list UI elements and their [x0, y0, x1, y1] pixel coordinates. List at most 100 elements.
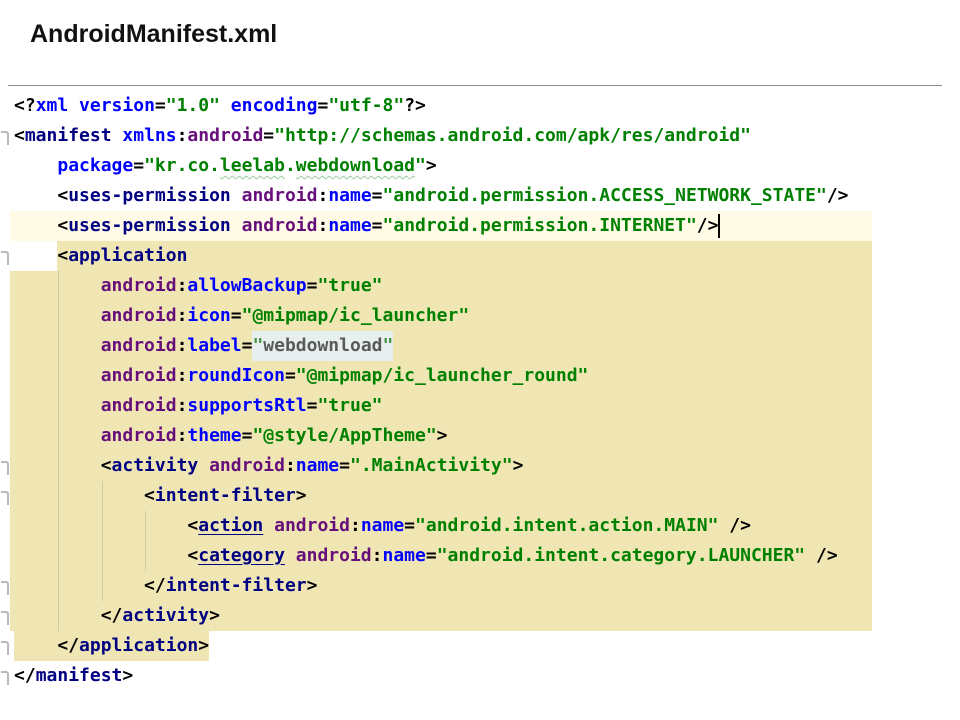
code-lines[interactable]: <?xml version="1.0" encoding="utf-8"?><m…	[10, 91, 872, 691]
code-token-val: "@style/AppTheme"	[252, 421, 436, 451]
code-token-sym: </	[101, 601, 123, 631]
code-token-sym: <	[57, 245, 68, 266]
code-token-attr: encoding	[231, 91, 318, 121]
code-token-ns: android	[296, 541, 372, 571]
code-line[interactable]: <intent-filter>	[10, 481, 872, 511]
code-line[interactable]: package="kr.co.leelab.webdownload">	[10, 151, 872, 181]
code-token-plain	[14, 181, 57, 211]
code-editor[interactable]: <?xml version="1.0" encoding="utf-8"?><m…	[10, 91, 872, 691]
line-filler	[133, 661, 872, 691]
line-filler	[720, 211, 872, 241]
code-line[interactable]: android:allowBackup="true"	[10, 271, 872, 301]
fold-marker-icon[interactable]	[1, 611, 9, 625]
code-line[interactable]: <application	[10, 241, 872, 271]
code-line[interactable]: <uses-permission android:name="android.p…	[10, 181, 872, 211]
code-token-val: "@mipmap/ic_launcher_round"	[296, 361, 589, 391]
code-line[interactable]: <?xml version="1.0" encoding="utf-8"?>	[10, 91, 872, 121]
code-token-sym: :	[177, 121, 188, 151]
code-line[interactable]: </intent-filter>	[10, 571, 872, 601]
code-token-attr: theme	[187, 421, 241, 451]
code-token-sym: =	[285, 361, 296, 391]
fold-marker-icon[interactable]	[1, 491, 9, 505]
code-line[interactable]: <action android:name="android.intent.act…	[10, 511, 872, 541]
code-token-ns: android	[101, 361, 177, 391]
fold-marker-icon[interactable]	[1, 641, 9, 655]
code-token-sym: </	[144, 571, 166, 601]
line-filler	[307, 481, 872, 511]
code-line[interactable]: android:supportsRtl="true"	[10, 391, 872, 421]
code-token-sym: =	[372, 181, 383, 211]
code-token-sym: :	[317, 211, 328, 241]
fold-marker-icon[interactable]	[1, 251, 9, 265]
code-line[interactable]: </application>	[10, 631, 872, 661]
code-token-plain	[220, 91, 231, 121]
code-token-tagu: action	[198, 511, 263, 541]
code-line[interactable]: </activity>	[10, 601, 872, 631]
code-line[interactable]: android:icon="@mipmap/ic_launcher"	[10, 301, 872, 331]
code-token-sym: :	[350, 511, 361, 541]
code-token-attr: allowBackup	[187, 271, 306, 301]
code-token-attr: name	[382, 541, 425, 571]
code-token-sym: >	[122, 661, 133, 691]
code-token-tag: uses-permission	[68, 211, 231, 241]
indent-guide	[102, 481, 103, 601]
code-token-plain	[231, 181, 242, 211]
code-token-val: "true"	[317, 391, 382, 421]
fold-marker-icon[interactable]	[1, 131, 9, 145]
code-token-plain	[14, 241, 57, 271]
code-token-sym: =	[317, 91, 328, 121]
code-token-sym: />	[827, 181, 849, 211]
code-line[interactable]: <category android:name="android.intent.c…	[10, 541, 872, 571]
code-token-tag: manifest	[36, 661, 123, 691]
code-line[interactable]: android:label="webdownload"	[10, 331, 872, 361]
code-token-attr: name	[328, 211, 371, 241]
code-line[interactable]: <manifest xmlns:android="http://schemas.…	[10, 121, 872, 151]
code-token-ns: android	[209, 451, 285, 481]
code-token-attr: package	[57, 151, 133, 181]
code-token-sym: :	[177, 331, 188, 361]
code-token-plain	[14, 541, 187, 571]
code-token-ns: android	[101, 331, 177, 361]
code-token-sym: <	[57, 211, 68, 241]
code-token-sym: =	[372, 211, 383, 241]
code-token-sym: </	[57, 635, 79, 656]
divider	[8, 85, 942, 86]
code-line[interactable]: <uses-permission android:name="android.p…	[10, 211, 872, 241]
code-token-sym: :	[372, 541, 383, 571]
code-token-sym: :	[317, 181, 328, 211]
code-token-plain	[14, 635, 57, 656]
code-token-sym: >	[437, 421, 448, 451]
code-token-valw: leelab	[220, 151, 285, 181]
fold-marker-icon[interactable]	[1, 581, 9, 595]
line-filler	[469, 301, 872, 331]
code-line[interactable]: android:theme="@style/AppTheme">	[10, 421, 872, 451]
code-token-sym: </	[14, 661, 36, 691]
fold-marker-icon[interactable]	[1, 461, 9, 475]
code-token-sym: <	[57, 181, 68, 211]
line-filler	[383, 271, 873, 301]
code-line[interactable]: </manifest>	[10, 661, 872, 691]
code-token-sym: =	[404, 511, 415, 541]
code-token-sym: <	[187, 511, 198, 541]
fold-marker-icon[interactable]	[1, 671, 9, 685]
code-token-tag: activity	[122, 601, 209, 631]
selection-highlight: </application>	[14, 631, 209, 661]
code-token-sym: :	[285, 451, 296, 481]
code-token-attr: version	[79, 91, 155, 121]
code-line[interactable]: <activity android:name=".MainActivity">	[10, 451, 872, 481]
code-token-tag: application	[68, 245, 187, 266]
code-token-val: ".MainActivity"	[350, 451, 513, 481]
code-token-sym: =	[242, 421, 253, 451]
code-token-plain	[14, 571, 144, 601]
line-filler	[751, 121, 872, 151]
code-line[interactable]: android:roundIcon="@mipmap/ic_launcher_r…	[10, 361, 872, 391]
code-token-ns: android	[101, 271, 177, 301]
code-token-sym: =	[339, 451, 350, 481]
code-token-sym: />	[816, 541, 838, 571]
code-token-sym: =	[242, 331, 253, 361]
code-token-plain	[14, 151, 57, 181]
code-token-plain	[198, 451, 209, 481]
code-token-tag: activity	[112, 451, 199, 481]
code-token-ns: android	[101, 391, 177, 421]
code-token-tag: application	[79, 635, 198, 656]
